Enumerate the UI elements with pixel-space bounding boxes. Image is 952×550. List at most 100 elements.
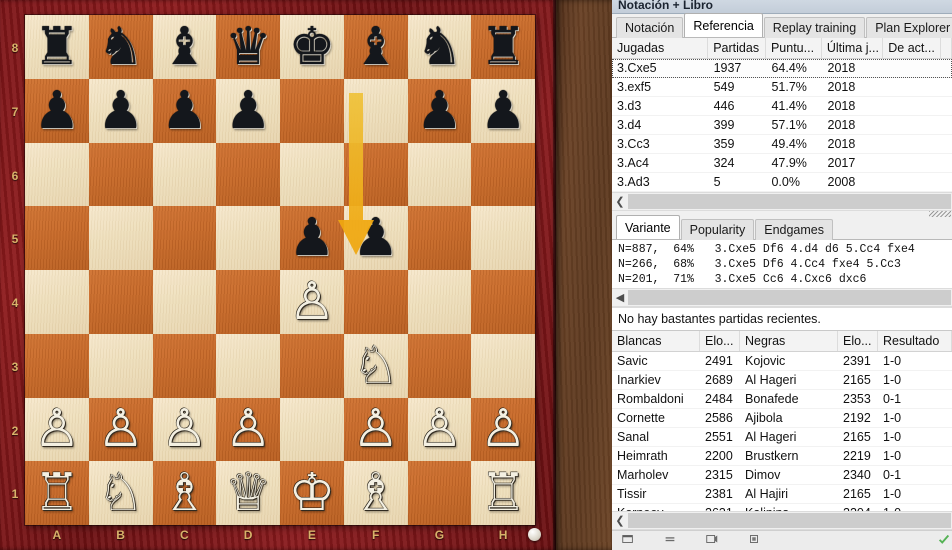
piece-white-pawn-h2[interactable]: ♙	[471, 398, 535, 462]
square-b7[interactable]: ♟	[88, 78, 153, 143]
tab-replay-training[interactable]: Replay training	[763, 17, 866, 38]
piece-black-pawn-h7[interactable]: ♟	[471, 79, 535, 143]
square-f6[interactable]	[343, 142, 408, 207]
book-move-row[interactable]: 3.Ac4 324 47.9% 2017	[612, 154, 952, 173]
square-f5[interactable]: ♟	[343, 206, 408, 270]
square-a3[interactable]	[25, 333, 89, 398]
piece-white-bishop-f1[interactable]: ♗	[344, 461, 408, 525]
book-move-row[interactable]: 3.Cc3 359 49.4% 2018	[612, 135, 952, 154]
square-b6[interactable]	[88, 142, 153, 207]
square-b2[interactable]: ♙	[88, 397, 153, 462]
square-b4[interactable]	[88, 270, 153, 334]
resize-grip[interactable]	[929, 211, 951, 217]
square-e3[interactable]	[280, 333, 344, 398]
scroll-track-variant[interactable]	[628, 290, 951, 305]
square-h8[interactable]: ♜	[471, 15, 535, 79]
square-f3[interactable]: ♘	[343, 333, 408, 398]
game-row[interactable]: Sanal 2551 Al Hageri 2165 1-0	[612, 428, 952, 447]
square-a7[interactable]: ♟	[25, 78, 89, 143]
square-f1[interactable]: ♗	[343, 461, 408, 525]
games-horizontal-scrollbar[interactable]: ❮	[612, 511, 952, 530]
square-h7[interactable]: ♟	[471, 78, 535, 143]
square-h4[interactable]	[471, 270, 535, 334]
square-g6[interactable]	[407, 142, 472, 207]
chess-board[interactable]: ♜ ♞ ♝ ♛ ♚ ♝ ♞ ♜ ♟ ♟ ♟ ♟ ♟ ♟ ♟ ♟ ♙ ♘ ♙ ♙ ♙ ♙ ♙ ♙ ♙ ♖ ♘ ♗ ♕ ♔ ♗ ♖	[25, 15, 535, 525]
list-icon[interactable]	[662, 532, 678, 546]
piece-black-rook-h8[interactable]: ♜	[471, 15, 535, 79]
book-move-row[interactable]: 3.Ad3 5 0.0% 2008	[612, 173, 952, 192]
square-h1[interactable]: ♖	[471, 461, 535, 525]
piece-black-pawn-e5[interactable]: ♟	[280, 206, 344, 270]
game-row[interactable]: Heimrath 2200 Brustkern 2219 1-0	[612, 447, 952, 466]
board-icon[interactable]	[620, 532, 636, 546]
game-row[interactable]: Korneev2631Kalinins22041-0	[612, 504, 952, 511]
square-g3[interactable]	[407, 333, 472, 398]
piece-white-bishop-c1[interactable]: ♗	[153, 461, 217, 525]
game-row[interactable]: Savic 2491 Kojovic 2391 1-0	[612, 352, 952, 371]
book-move-row[interactable]: 3.d4 399 57.1% 2018	[612, 116, 952, 135]
scroll-left-icon-games[interactable]: ❮	[612, 513, 628, 528]
book-move-row[interactable]: 3.d3 446 41.4% 2018	[612, 97, 952, 116]
square-g7[interactable]: ♟	[407, 78, 472, 143]
col-header-result[interactable]: Resultado	[878, 331, 952, 351]
piece-white-knight-b1[interactable]: ♘	[89, 461, 153, 525]
square-d2[interactable]: ♙	[216, 397, 280, 462]
square-e1[interactable]: ♔	[280, 461, 344, 525]
piece-black-rook-a8[interactable]: ♜	[25, 15, 89, 79]
piece-black-pawn-c7[interactable]: ♟	[153, 79, 217, 143]
square-g4[interactable]	[407, 270, 472, 334]
square-e2[interactable]	[280, 397, 344, 462]
piece-white-rook-a1[interactable]: ♖	[25, 461, 89, 525]
square-e5[interactable]: ♟	[280, 206, 344, 270]
square-a2[interactable]: ♙	[25, 397, 89, 462]
game-row[interactable]: Tissir 2381 Al Hajiri 2165 1-0	[612, 485, 952, 504]
square-d3[interactable]	[216, 333, 280, 398]
square-a8[interactable]: ♜	[25, 15, 89, 79]
square-g5[interactable]	[407, 206, 472, 270]
col-header-deact[interactable]: De act...	[883, 38, 941, 58]
col-header-extra[interactable]	[941, 38, 952, 58]
square-c7[interactable]: ♟	[152, 78, 217, 143]
col-header-puntu[interactable]: Puntu...	[766, 38, 822, 58]
games-table-body[interactable]: Savic 2491 Kojovic 2391 1-0 Inarkiev 2689 Al Ha…	[612, 352, 952, 511]
square-e6[interactable]	[280, 142, 344, 207]
col-header-black[interactable]: Negras	[740, 331, 838, 351]
square-c6[interactable]	[152, 142, 217, 207]
square-f8[interactable]: ♝	[343, 15, 408, 79]
square-e7[interactable]	[280, 78, 344, 143]
square-c4[interactable]	[152, 270, 217, 334]
piece-black-bishop-f8[interactable]: ♝	[344, 15, 408, 79]
square-d5[interactable]	[216, 206, 280, 270]
square-d1[interactable]: ♕	[216, 461, 280, 525]
square-e8[interactable]: ♚	[280, 15, 344, 79]
games-table[interactable]: Blancas Elo... Negras Elo... Resultado Savic…	[612, 331, 952, 511]
piece-white-knight-f3[interactable]: ♘	[344, 334, 408, 398]
piece-black-knight-g8[interactable]: ♞	[408, 15, 472, 79]
tab-popularity[interactable]: Popularity	[680, 219, 755, 240]
piece-white-pawn-e4[interactable]: ♙	[280, 270, 344, 334]
piece-black-queen-d8[interactable]: ♛	[216, 15, 280, 79]
game-row[interactable]: Rombaldoni 2484 Bonafede 2353 0-1	[612, 390, 952, 409]
variant-lines-list[interactable]: N=887, 64% 3.Cxe5 Df6 4.d4 d6 5.Cc4 fxe4…	[612, 240, 952, 288]
square-d4[interactable]	[216, 270, 280, 334]
square-f7[interactable]	[343, 78, 408, 143]
game-row[interactable]: Cornette 2586 Ajibola 2192 1-0	[612, 409, 952, 428]
square-g8[interactable]: ♞	[407, 15, 472, 79]
square-d8[interactable]: ♛	[216, 15, 280, 79]
square-b5[interactable]	[88, 206, 153, 270]
square-a5[interactable]	[25, 206, 89, 270]
game-row[interactable]: Inarkiev 2689 Al Hageri 2165 1-0	[612, 371, 952, 390]
piece-white-rook-h1[interactable]: ♖	[471, 461, 535, 525]
square-e4[interactable]: ♙	[280, 270, 344, 334]
piece-white-king-e1[interactable]: ♔	[280, 461, 344, 525]
book-moves-body[interactable]: 3.Cxe5 1937 64.4% 2018 3.exf5 549 51.7% 2018 3.d…	[612, 59, 952, 192]
piece-white-pawn-a2[interactable]: ♙	[25, 398, 89, 462]
col-header-white[interactable]: Blancas	[612, 331, 700, 351]
variant-line[interactable]: N=201, 71% 3.Cxe5 Cc6 4.Cxc6 dxc6	[614, 272, 952, 287]
piece-white-pawn-g2[interactable]: ♙	[408, 398, 472, 462]
tab-endgames[interactable]: Endgames	[755, 219, 833, 240]
square-d6[interactable]	[216, 142, 280, 207]
scroll-track-games[interactable]	[628, 513, 951, 528]
piece-black-pawn-f5[interactable]: ♟	[344, 206, 408, 270]
square-b3[interactable]	[88, 333, 153, 398]
